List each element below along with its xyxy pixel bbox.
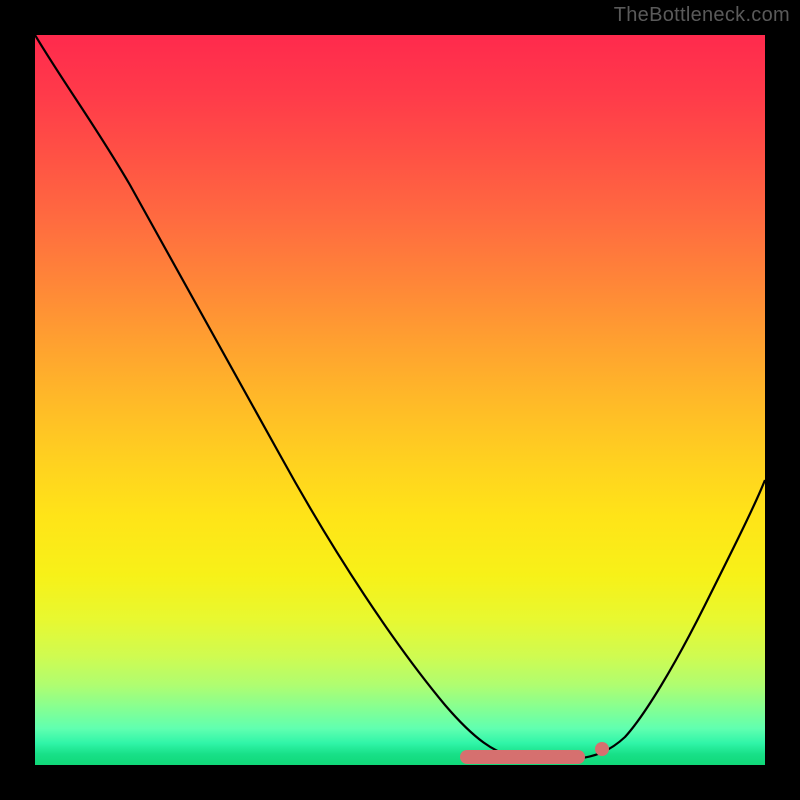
optimal-range-marker xyxy=(460,750,585,764)
watermark-text: TheBottleneck.com xyxy=(614,4,790,27)
plot-area xyxy=(35,35,765,765)
highlight-point-marker xyxy=(595,742,609,756)
curve-svg xyxy=(35,35,765,765)
bottleneck-curve-path xyxy=(35,35,765,760)
